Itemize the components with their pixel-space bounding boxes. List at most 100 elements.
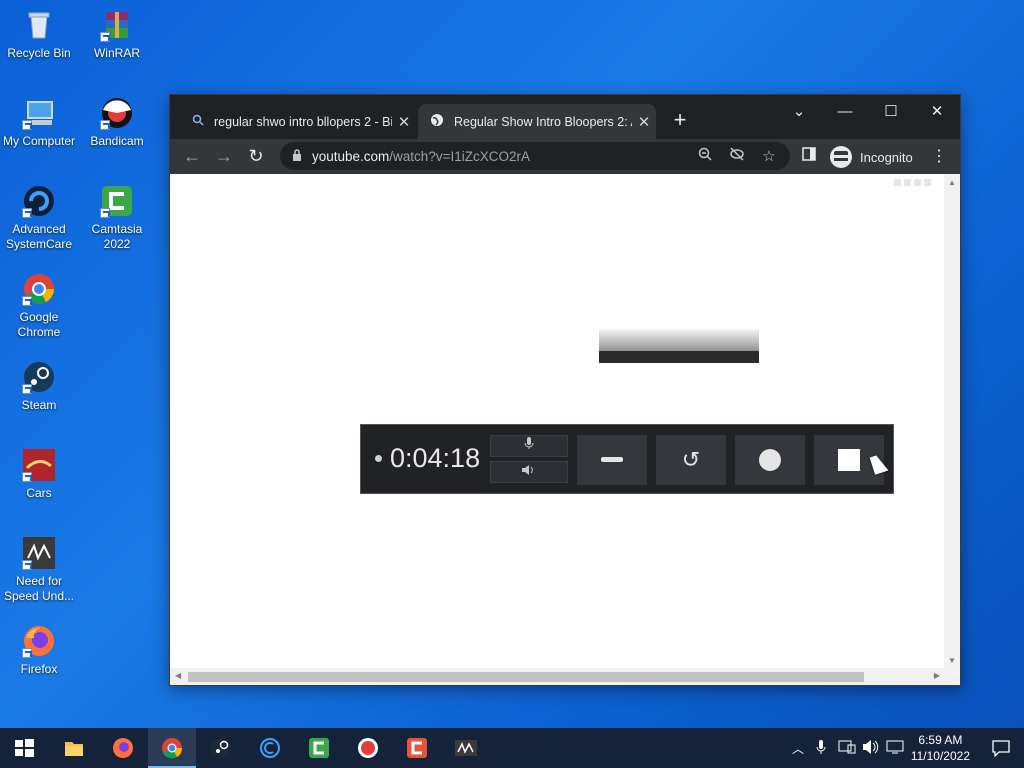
steam-icon [211,738,231,758]
scroll-up-arrow-icon[interactable]: ▲ [948,178,956,187]
desktop-icon-label: Advanced SystemCare [5,222,73,251]
computer-icon [22,96,56,130]
network-icon[interactable] [838,739,856,758]
browser-window: regular shwo intro bllopers 2 - Bi ✕ Reg… [169,94,961,686]
tab-search-chevron-icon[interactable]: ⌄ [776,97,822,127]
zoom-icon[interactable] [692,144,718,170]
side-panel-icon[interactable] [796,144,822,170]
taskbar-advanced-systemcare[interactable] [246,728,294,768]
system-audio-toggle[interactable] [490,461,568,483]
tab-strip: regular shwo intro bllopers 2 - Bi ✕ Reg… [170,95,960,139]
search-icon [192,114,204,129]
desktop-icon-label: Recycle Bin [7,46,71,60]
taskbar-firefox[interactable] [99,728,147,768]
restart-icon: ↺ [681,447,701,472]
firefox-icon [22,624,56,658]
record-icon [358,738,378,758]
desktop-icon-steam[interactable]: Steam [0,360,78,413]
url-host: youtube.com [312,148,390,164]
speaker-icon [521,465,537,479]
incognito-label: Incognito [860,149,913,165]
minimize-button[interactable]: — [822,97,868,127]
taskbar-need-for-speed[interactable] [442,728,490,768]
taskbar-camtasia-recorder[interactable] [393,728,441,768]
recording-dot-icon [375,455,382,462]
stop-square-icon [838,449,860,471]
winrar-icon [100,8,134,42]
more-menu-icon[interactable]: ⋮ [926,144,952,170]
horizontal-scrollbar[interactable]: ◀ ▶ [170,668,960,685]
pause-record-button[interactable] [735,435,805,485]
vertical-scrollbar[interactable]: ▲ ▼ [944,174,960,669]
minimize-recorder-button[interactable] [577,435,647,485]
microphone-icon[interactable] [816,739,826,758]
tracking-protection-icon[interactable] [724,144,750,170]
horizontal-scroll-thumb[interactable] [188,672,864,682]
taskbar-clock[interactable]: 6:59 AM 11/10/2022 [911,732,970,764]
back-button[interactable]: ← [178,143,206,171]
microphone-toggle[interactable] [490,435,568,457]
taskbar-file-explorer[interactable] [50,728,98,768]
browser-toolbar: ← → ↻ youtube.com/watch?v=I1iZcXCO2rA ☆ … [170,139,960,174]
desktop-icon-need-for-speed[interactable]: Need for Speed Und... [0,536,78,604]
close-window-button[interactable]: ✕ [914,97,960,127]
minus-icon [601,457,623,462]
volume-icon[interactable] [862,739,880,758]
reload-button[interactable]: ↻ [242,143,270,171]
tab-search-results[interactable]: regular shwo intro bllopers 2 - Bi ✕ [180,104,416,139]
bandicam-icon [100,96,134,130]
windows-logo-icon [15,739,34,757]
camtasia-recorder-icon [407,738,427,758]
taskbar-bandicam[interactable] [344,728,392,768]
record-circle-icon [759,449,781,471]
new-tab-button[interactable]: + [667,108,693,134]
desktop-icon-my-computer[interactable]: My Computer [0,96,78,149]
desktop-icon-winrar[interactable]: WinRAR [78,8,156,61]
lock-icon [292,148,302,164]
desktop-icon-google-chrome[interactable]: Google Chrome [0,272,78,340]
need-for-speed-icon [22,536,56,570]
chrome-icon [22,272,56,306]
screen-recorder-widget: 0:04:18 ↺ [360,424,894,494]
desktop-icon-firefox[interactable]: Firefox [0,624,78,677]
clock-time: 6:59 AM [918,733,963,747]
desktop-icon-camtasia[interactable]: Camtasia 2022 [78,184,156,252]
url-path: /watch?v=I1iZcXCO2rA [389,148,530,164]
video-player-thumbnail[interactable] [599,329,759,363]
chevron-up-icon[interactable]: ︿ [792,740,804,757]
desktop-icon-label: Google Chrome [17,310,61,339]
desktop-icon-label: Steam [21,398,57,412]
close-icon[interactable]: ✕ [392,113,416,131]
desktop-icon-label: Firefox [20,662,58,676]
notification-center-icon[interactable] [992,739,1010,762]
desktop-icon-recycle-bin[interactable]: Recycle Bin [0,8,78,61]
desktop-icon-label: Cars [26,486,52,500]
desktop-icon-label: Camtasia 2022 [91,222,143,251]
taskbar: ︿ 6:59 AM 11/10/2022 [0,728,1024,768]
scroll-down-arrow-icon[interactable]: ▼ [948,656,956,665]
desktop-icon-advanced-systemcare[interactable]: Advanced SystemCare [0,184,78,252]
tab-youtube-video[interactable]: Regular Show Intro Bloopers 2: A ✕ [418,104,656,139]
desktop-icon-bandicam[interactable]: Bandicam [78,96,156,149]
scroll-right-arrow-icon[interactable]: ▶ [934,671,940,680]
chrome-icon [162,738,183,759]
display-icon[interactable] [886,739,904,758]
forward-button[interactable]: → [210,143,238,171]
desktop-icon-cars[interactable]: Cars [0,448,78,501]
close-icon[interactable]: ✕ [632,113,656,131]
camtasia-icon [100,184,134,218]
desktop-icon-label: Bandicam [90,134,144,148]
maximize-button[interactable]: ☐ [868,97,914,127]
desktop-icon-label: WinRAR [93,46,140,60]
tab-title: regular shwo intro bllopers 2 - Bi [214,114,392,129]
scroll-left-arrow-icon[interactable]: ◀ [175,671,181,680]
taskbar-chrome[interactable] [148,728,196,768]
bookmark-star-icon[interactable]: ☆ [756,144,782,170]
taskbar-camtasia[interactable] [295,728,343,768]
elapsed-time: 0:04:18 [390,443,481,473]
incognito-indicator[interactable]: Incognito [830,143,913,171]
taskbar-steam[interactable] [197,728,245,768]
restart-recording-button[interactable]: ↺ [656,435,726,485]
start-button[interactable] [0,728,48,768]
need-for-speed-icon [455,740,477,756]
